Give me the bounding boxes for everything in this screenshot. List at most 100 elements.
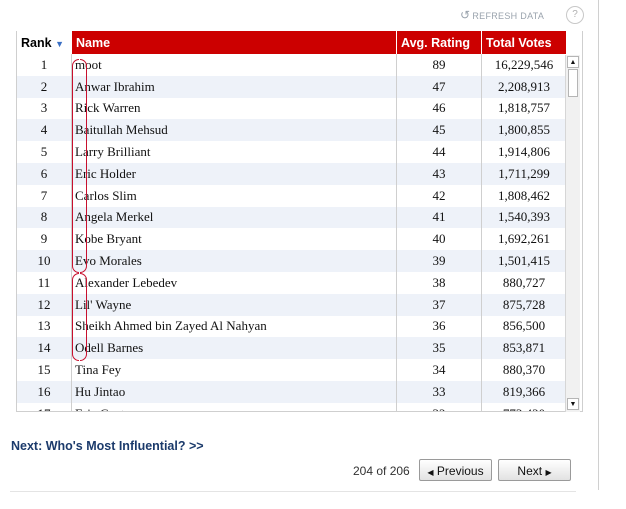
- avg-header-label: Avg. Rating: [401, 35, 470, 50]
- scroll-down-button[interactable]: ▼: [567, 398, 579, 410]
- total-votes-cell: 1,692,261: [481, 228, 566, 251]
- next-button[interactable]: Next ▶: [498, 459, 571, 481]
- table-row[interactable]: 10 Evo Morales 39 1,501,415: [17, 250, 566, 272]
- table-row[interactable]: 15 Tina Fey 34 880,370: [17, 359, 566, 381]
- name-cell[interactable]: Lil' Wayne: [71, 293, 397, 316]
- table-scrollbar[interactable]: ▲ ▼: [565, 55, 580, 412]
- help-button[interactable]: ?: [566, 6, 584, 24]
- next-arrow-icon: ▶: [545, 468, 552, 477]
- table-row[interactable]: 5 Larry Brilliant 44 1,914,806: [17, 141, 566, 163]
- total-votes-cell: 1,914,806: [481, 141, 566, 163]
- table-row[interactable]: 9 Kobe Bryant 40 1,692,261: [17, 228, 566, 251]
- name-cell[interactable]: Carlos Slim: [71, 184, 397, 207]
- avg-rating-cell: 45: [396, 119, 482, 142]
- name-cell[interactable]: Tina Fey: [71, 359, 397, 381]
- name-cell[interactable]: Angela Merkel: [71, 206, 397, 229]
- avg-rating-cell: 89: [396, 54, 482, 76]
- total-votes-cell: 1,800,855: [481, 119, 566, 142]
- table-row[interactable]: 6 Eric Holder 43 1,711,299: [17, 162, 566, 185]
- avg-rating-cell: 47: [396, 75, 482, 98]
- name-cell[interactable]: Kobe Bryant: [71, 228, 397, 251]
- page-indicator: 204 of 206: [353, 464, 410, 478]
- name-cell[interactable]: Sheikh Ahmed bin Zayed Al Nahyan: [71, 315, 397, 338]
- previous-button[interactable]: ◀ Previous: [419, 459, 492, 481]
- table-row[interactable]: 13 Sheikh Ahmed bin Zayed Al Nahyan 36 856,…: [17, 315, 566, 338]
- total-votes-cell: 1,711,299: [481, 162, 566, 185]
- table-row[interactable]: 2 Anwar Ibrahim 47 2,208,913: [17, 75, 566, 98]
- previous-arrow-icon: ◀: [427, 468, 434, 477]
- avg-rating-cell: 39: [396, 250, 482, 272]
- avg-rating-cell: 34: [396, 359, 482, 381]
- total-votes-cell: 1,818,757: [481, 97, 566, 120]
- total-votes-cell: 16,229,546: [481, 54, 566, 76]
- ranking-table: Rank ▼ Name Avg. Rating Total Votes 1 moo…: [17, 31, 566, 411]
- sort-desc-icon: ▼: [55, 38, 64, 49]
- name-cell[interactable]: Hu Jintao: [71, 380, 397, 403]
- name-cell[interactable]: Eric Cantor: [71, 402, 397, 411]
- scroll-thumb[interactable]: [568, 69, 578, 97]
- total-votes-cell: 819,366: [481, 380, 566, 403]
- avg-rating-cell: 41: [396, 206, 482, 229]
- rank-cell: 14: [17, 337, 72, 360]
- total-votes-cell: 880,370: [481, 359, 566, 381]
- avg-rating-cell: 43: [396, 162, 482, 185]
- table-row[interactable]: 3 Rick Warren 46 1,818,757: [17, 97, 566, 120]
- name-cell[interactable]: Baitullah Mehsud: [71, 119, 397, 142]
- annotation-bracket-right-2: [80, 273, 87, 361]
- scroll-up-icon: ▲: [569, 59, 577, 66]
- table-row[interactable]: 1 moot 89 16,229,546: [17, 54, 566, 76]
- rank-cell: 11: [37, 274, 51, 290]
- scroll-down-icon: ▼: [569, 401, 577, 408]
- rank-cell: 10: [17, 250, 72, 272]
- total-votes-cell: 875,728: [481, 293, 566, 316]
- avg-rating-cell: 37: [396, 293, 482, 316]
- rank-cell: 4: [17, 119, 72, 142]
- total-votes-cell: 1,540,393: [481, 206, 566, 229]
- table-row[interactable]: 11 Alexander Lebedev 38 880,727: [17, 271, 566, 294]
- column-header-avg-rating[interactable]: Avg. Rating: [396, 31, 482, 54]
- name-header-label: Name: [76, 35, 111, 50]
- name-cell[interactable]: Rick Warren: [71, 97, 397, 120]
- name-cell[interactable]: Odell Barnes: [71, 337, 397, 360]
- column-header-name[interactable]: Name: [71, 31, 397, 54]
- name-cell[interactable]: Alexander Lebedev: [71, 271, 397, 294]
- rank-header-label: Rank: [21, 35, 52, 50]
- annotation-bracket-left-1: [72, 59, 79, 273]
- votes-header-label: Total Votes: [486, 35, 552, 50]
- rank-cell: 16: [17, 380, 72, 403]
- total-votes-cell: 853,871: [481, 337, 566, 360]
- rank-cell: 7: [40, 187, 48, 203]
- avg-rating-cell: 46: [396, 97, 482, 120]
- name-cell[interactable]: Evo Morales: [71, 250, 397, 272]
- annotation-bracket-right-1: [80, 59, 87, 273]
- previous-label: Previous: [436, 464, 484, 478]
- table-row[interactable]: 14 Odell Barnes 35 853,871: [17, 337, 566, 360]
- table-row[interactable]: 17Eric Cantor32773,420: [17, 402, 566, 411]
- frame-divider: [598, 0, 599, 490]
- table-header-row: Rank ▼ Name Avg. Rating Total Votes: [17, 31, 566, 54]
- column-header-total-votes[interactable]: Total Votes: [481, 31, 566, 54]
- avg-rating-cell: 35: [396, 337, 482, 360]
- table-row[interactable]: 16 Hu Jintao 33 819,366: [17, 380, 566, 403]
- annotation-bracket-left-2: [72, 273, 79, 361]
- rank-cell: 12: [17, 293, 72, 316]
- footer-divider: [10, 491, 576, 492]
- rank-cell: 1: [40, 56, 48, 72]
- name-cell[interactable]: Eric Holder: [71, 162, 397, 185]
- scroll-up-button[interactable]: ▲: [567, 56, 579, 68]
- name-cell[interactable]: Anwar Ibrahim: [71, 75, 397, 98]
- rank-cell: 15: [37, 362, 51, 378]
- rank-cell: 2: [17, 75, 72, 98]
- rank-cell: 8: [17, 206, 72, 229]
- name-cell[interactable]: moot: [71, 54, 397, 76]
- table-row[interactable]: 7 Carlos Slim 42 1,808,462: [17, 184, 566, 207]
- refresh-data-button[interactable]: ↺ REFRESH DATA: [460, 8, 544, 22]
- name-cell[interactable]: Larry Brilliant: [71, 141, 397, 163]
- table-row[interactable]: 8 Angela Merkel 41 1,540,393: [17, 206, 566, 229]
- avg-rating-cell: 44: [396, 141, 482, 163]
- avg-rating-cell: 40: [396, 228, 482, 251]
- table-row[interactable]: 4 Baitullah Mehsud 45 1,800,855: [17, 119, 566, 142]
- next-list-link[interactable]: Next: Who's Most Influential? >>: [11, 439, 204, 453]
- column-header-rank[interactable]: Rank ▼: [17, 31, 72, 54]
- table-row[interactable]: 12 Lil' Wayne 37 875,728: [17, 293, 566, 316]
